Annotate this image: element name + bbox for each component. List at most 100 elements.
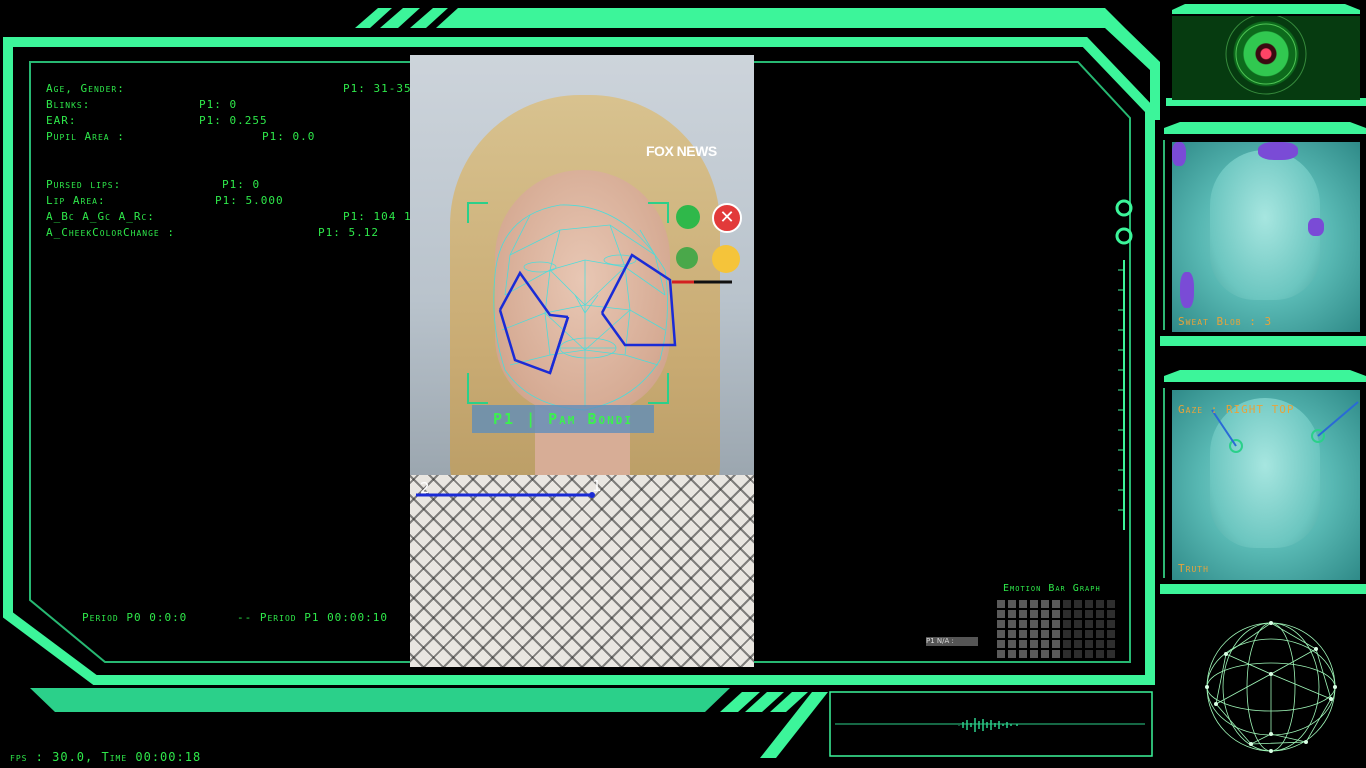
emotion-bar-cell xyxy=(1096,630,1104,638)
marker-1: 1 xyxy=(592,477,602,495)
emotion-bar-cell xyxy=(1030,630,1038,638)
emotion-bar-cell xyxy=(997,640,1005,648)
emotion-bar-cell xyxy=(1019,650,1027,658)
emotion-bar-cell xyxy=(1096,640,1104,648)
emotion-bar-cell xyxy=(1096,650,1104,658)
metric-label: Lip Area: xyxy=(46,194,106,207)
emotion-bar-cell xyxy=(1074,610,1082,618)
sick-face-icon xyxy=(676,247,698,269)
gaze-label: Gaze : RIGHT TOP xyxy=(1178,403,1295,416)
emotion-bar-cell xyxy=(997,630,1005,638)
emotion-bar-cell xyxy=(1030,620,1038,628)
subject-name-tag: P1 | Pam Bondi xyxy=(472,405,654,433)
iris-overlay-icon xyxy=(1225,16,1307,95)
metric-value: P1: 0 xyxy=(199,98,238,111)
sweat-blob xyxy=(1258,142,1298,160)
emotion-bar-cell xyxy=(1074,650,1082,658)
metric-label: Blinks: xyxy=(46,98,91,111)
thumbs-up-icon xyxy=(676,205,700,229)
sweat-blob xyxy=(1172,142,1186,166)
emotion-bar-cell xyxy=(1074,620,1082,628)
emotion-bar-cell xyxy=(1019,600,1027,608)
audio-waveform xyxy=(958,718,1018,732)
fps-time-readout: fps : 30.0, Time 00:00:18 xyxy=(10,750,202,764)
emotion-bar-cell xyxy=(1074,630,1082,638)
emotion-bar-graph xyxy=(997,600,1117,660)
emotion-bar-cell xyxy=(1030,610,1038,618)
emotion-bar-cell xyxy=(1063,600,1071,608)
emotion-bar-cell xyxy=(1008,620,1016,628)
gaze-vectors xyxy=(1211,401,1359,453)
emotion-bar-cell xyxy=(1085,610,1093,618)
emotion-bar-cell xyxy=(1041,610,1049,618)
face-mesh-overlay xyxy=(416,202,732,498)
sweat-thumbnail: Sweat Blob : 3 xyxy=(1172,142,1360,332)
emotion-bar-cell xyxy=(997,610,1005,618)
emotion-bar-cell xyxy=(1008,630,1016,638)
emotion-bar-cell xyxy=(1096,610,1104,618)
metric-label: A_Bc A_Gc A_Rc: xyxy=(46,210,155,223)
emotion-bar-cell xyxy=(1019,620,1027,628)
emotion-bar-cell xyxy=(1085,620,1093,628)
geodesic-sphere-icon xyxy=(1205,621,1337,753)
emotion-bar-cell xyxy=(1030,600,1038,608)
metric-value: P1: 0 xyxy=(222,178,261,191)
emotion-bar-cell xyxy=(1030,650,1038,658)
emotion-bar-cell xyxy=(1052,610,1060,618)
emotion-bar-cell xyxy=(1052,640,1060,648)
emotion-bar-cell xyxy=(1107,630,1115,638)
emotion-bar-cell xyxy=(1052,650,1060,658)
emotion-bar-cell xyxy=(997,650,1005,658)
thumbnail-face xyxy=(1210,150,1320,300)
emotion-bar-cell xyxy=(1052,600,1060,608)
emotion-bar-cell xyxy=(1019,630,1027,638)
metric-label: Pursed lips: xyxy=(46,178,122,191)
emotion-bar-cell xyxy=(1008,610,1016,618)
emotion-bar-cell xyxy=(1085,640,1093,648)
emotion-bar-cell xyxy=(997,620,1005,628)
emotion-bar-cell xyxy=(1063,620,1071,628)
eye-scan-thumbnail xyxy=(1172,16,1360,100)
emotion-bar-cell xyxy=(1107,600,1115,608)
metric-value: P1: 0.0 xyxy=(262,130,316,143)
metric-value: P1: 5.000 xyxy=(215,194,284,207)
emotion-bar-cell xyxy=(1063,640,1071,648)
crying-face-icon xyxy=(712,245,740,273)
emotion-bar-cell xyxy=(1041,640,1049,648)
gaze-thumbnail: Gaze : RIGHT TOP Truth xyxy=(1172,390,1360,580)
emotion-bar-cell xyxy=(1041,630,1049,638)
metric-value: P1: 5.12 xyxy=(318,226,379,239)
emotion-bar-cell xyxy=(1041,600,1049,608)
emotion-bar-cell xyxy=(1008,650,1016,658)
emotion-graph-title: Emotion Bar Graph xyxy=(1003,583,1101,594)
emotion-bar-cell xyxy=(1008,640,1016,648)
emotion-bar-cell xyxy=(1096,600,1104,608)
emotion-bar-cell xyxy=(1096,620,1104,628)
metric-value: P1: 0.255 xyxy=(199,114,268,127)
sweat-blob xyxy=(1180,272,1194,308)
emotion-bar-cell xyxy=(1085,630,1093,638)
emotion-bar-cell xyxy=(1008,600,1016,608)
sweat-blob-label: Sweat Blob : 3 xyxy=(1178,315,1273,328)
truth-label: Truth xyxy=(1178,562,1209,575)
emotion-bar-cell xyxy=(1063,650,1071,658)
emotion-bar-cell xyxy=(1074,640,1082,648)
emotion-bar-cell xyxy=(1074,600,1082,608)
marker-2: 2 xyxy=(420,479,430,497)
emotion-bar-cell xyxy=(1085,650,1093,658)
emotion-bar-cell xyxy=(1107,610,1115,618)
emotion-bar-cell xyxy=(1041,650,1049,658)
video-feed: FOX NEWS 1 2 ✕ P1 | Pam Bondi xyxy=(410,55,754,667)
metric-label: A_CheekColorChange : xyxy=(46,226,175,239)
emotion-bar-cell xyxy=(1063,630,1071,638)
emotion-bar-cell xyxy=(1085,600,1093,608)
close-icon: ✕ xyxy=(712,203,742,233)
emotion-bar-cell xyxy=(1030,640,1038,648)
emotion-bar-cell xyxy=(1019,640,1027,648)
emotion-bar-cell xyxy=(1107,640,1115,648)
emotion-bar-cell xyxy=(1041,620,1049,628)
emotion-bar-cell xyxy=(1052,620,1060,628)
emotion-bar-cell xyxy=(997,600,1005,608)
emotion-bar-cell xyxy=(1107,650,1115,658)
metric-label: Pupil Area : xyxy=(46,130,125,143)
